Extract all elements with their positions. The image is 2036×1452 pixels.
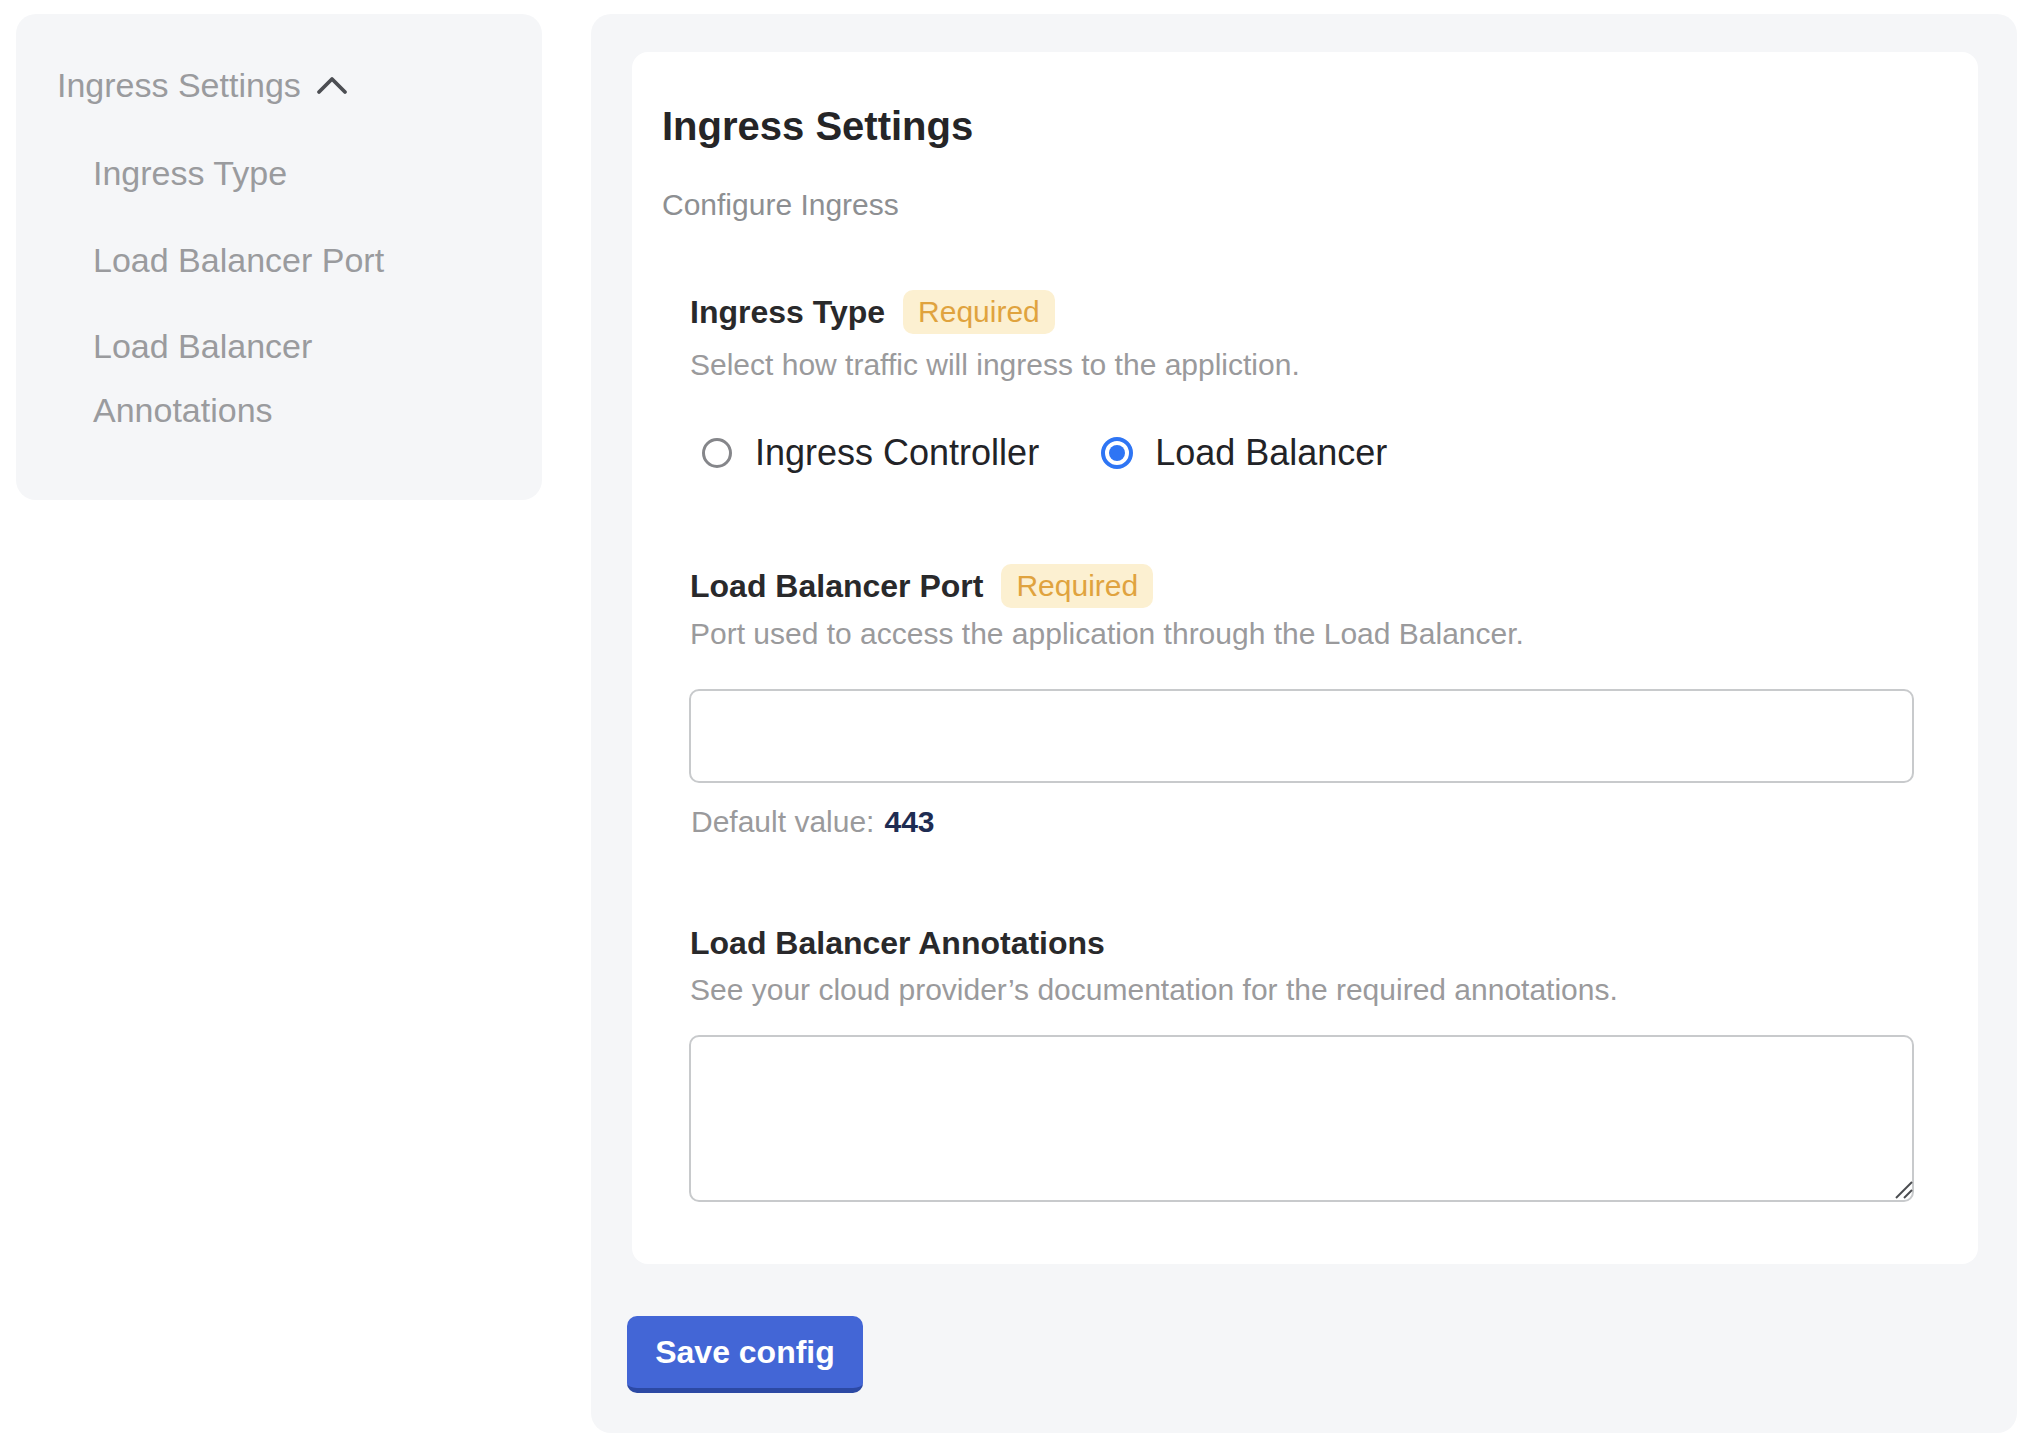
ingress-type-radio-group: Ingress Controller Load Balancer — [702, 435, 1387, 471]
page-subtitle: Configure Ingress — [662, 190, 899, 220]
field-description-load-balancer-annotations: See your cloud provider’s documentation … — [690, 975, 1618, 1005]
field-description-ingress-type: Select how traffic will ingress to the a… — [690, 350, 1300, 380]
radio-label: Load Balancer — [1155, 435, 1387, 471]
section-load-balancer-port-header: Load Balancer Port Required — [690, 564, 1153, 608]
default-value-row: Default value: 443 — [691, 807, 935, 837]
load-balancer-port-input[interactable] — [689, 689, 1914, 783]
chevron-up-icon — [316, 75, 348, 95]
sidebar-item-load-balancer-port[interactable]: Load Balancer Port — [93, 228, 485, 292]
field-description-load-balancer-port: Port used to access the application thro… — [690, 619, 1524, 649]
page: Ingress Settings Ingress Type Load Balan… — [0, 0, 2036, 1452]
settings-card: Ingress Settings Configure Ingress Ingre… — [632, 52, 1978, 1264]
radio-unselected-icon[interactable] — [702, 438, 732, 468]
default-value-label: Default value: — [691, 807, 874, 837]
main-panel: Ingress Settings Configure Ingress Ingre… — [591, 14, 2017, 1433]
sidebar-item-ingress-type[interactable]: Ingress Type — [93, 141, 485, 205]
section-ingress-type-header: Ingress Type Required — [690, 290, 1055, 334]
radio-selected-icon[interactable] — [1101, 437, 1133, 469]
default-value-number: 443 — [884, 807, 934, 837]
sidebar-section-label: Ingress Settings — [57, 68, 301, 102]
field-label-load-balancer-annotations: Load Balancer Annotations — [690, 927, 1105, 959]
field-label-ingress-type: Ingress Type — [690, 290, 885, 334]
required-badge: Required — [903, 290, 1055, 334]
radio-option-ingress-controller[interactable]: Ingress Controller — [702, 435, 1039, 471]
save-config-button[interactable]: Save config — [627, 1316, 863, 1393]
sidebar-section-ingress-settings[interactable]: Ingress Settings — [57, 68, 348, 102]
load-balancer-annotations-textarea[interactable] — [689, 1035, 1914, 1202]
page-title: Ingress Settings — [662, 106, 973, 146]
radio-option-load-balancer[interactable]: Load Balancer — [1101, 435, 1387, 471]
resize-handle-icon[interactable] — [1894, 1180, 1914, 1200]
required-badge: Required — [1001, 564, 1153, 608]
sidebar-nav: Ingress Settings Ingress Type Load Balan… — [16, 14, 542, 500]
field-label-load-balancer-port: Load Balancer Port — [690, 564, 983, 608]
sidebar-item-load-balancer-annotations[interactable]: Load Balancer Annotations — [93, 314, 485, 442]
radio-label: Ingress Controller — [755, 435, 1039, 471]
